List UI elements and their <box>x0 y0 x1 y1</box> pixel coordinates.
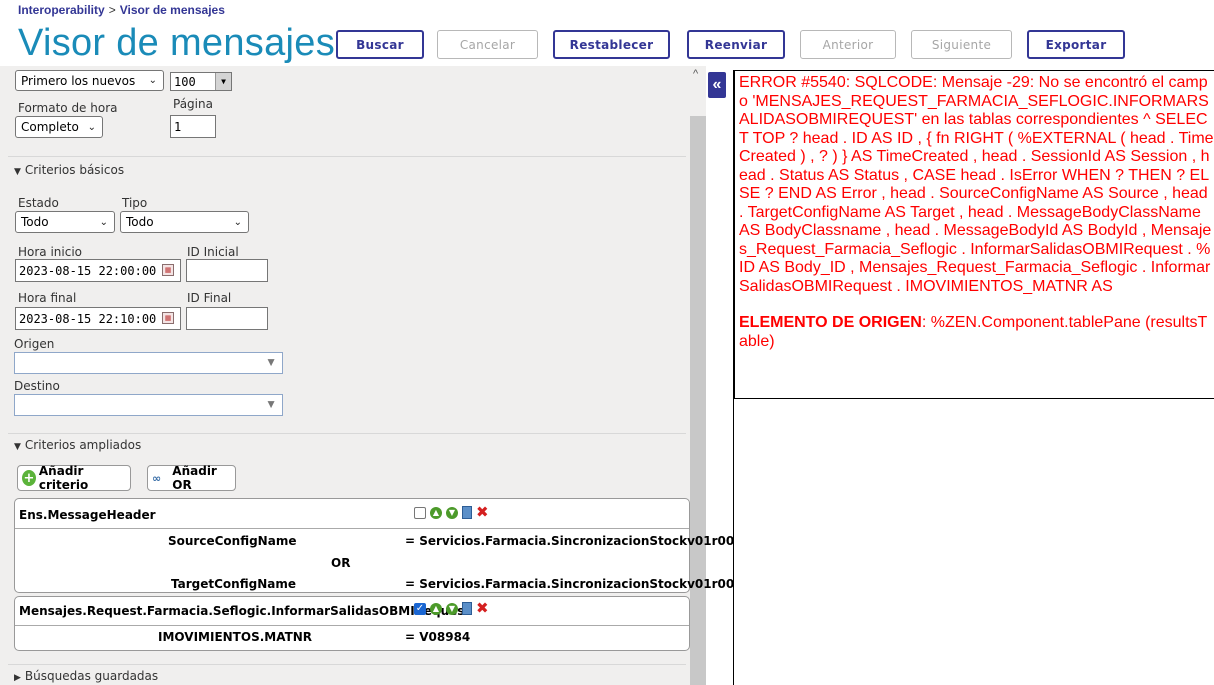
criteria-group-title: Mensajes.Request.Farmacia.Seflogic.Infor… <box>19 604 471 618</box>
error-message-text: ERROR #5540: SQLCODE: Mensaje -29: No se… <box>739 74 1214 295</box>
origen-label: Origen <box>14 337 55 351</box>
sort-order-value: Primero los nuevos <box>21 73 136 88</box>
breadcrumb-current[interactable]: Visor de mensajes <box>120 3 225 17</box>
criteria-group-actions: ▲ ▼ ✖ <box>414 505 489 520</box>
criteria-group-request: Mensajes.Request.Farmacia.Seflogic.Infor… <box>14 596 690 651</box>
delete-icon[interactable]: ✖ <box>476 601 489 616</box>
collapse-panel-button[interactable]: « <box>708 72 726 98</box>
move-down-icon[interactable]: ▼ <box>446 602 458 615</box>
cancelar-button[interactable]: Cancelar <box>437 30 538 59</box>
page-title: Visor de mensajes <box>18 22 336 64</box>
id-inicial-input[interactable] <box>186 259 268 282</box>
basic-criteria-title: Criterios básicos <box>24 163 125 177</box>
saved-searches-header[interactable]: ▶ Búsquedas guardadas <box>14 669 158 683</box>
estado-value: Todo <box>21 215 49 229</box>
delete-icon[interactable]: ✖ <box>476 505 489 520</box>
hora-final-value: 2023-08-15 22:10:00 <box>19 311 157 326</box>
siguiente-button[interactable]: Siguiente <box>911 30 1012 59</box>
triangle-right-icon: ▶ <box>14 673 21 683</box>
hora-inicio-input[interactable]: 2023-08-15 22:00:00 <box>15 259 181 282</box>
hora-final-input[interactable]: 2023-08-15 22:10:00 <box>15 307 181 330</box>
page-size-combo[interactable]: 100 ▼ <box>170 72 232 91</box>
move-up-icon[interactable]: ▲ <box>430 602 442 615</box>
id-inicial-label: ID Inicial <box>187 245 239 259</box>
move-up-icon[interactable]: ▲ <box>430 506 442 519</box>
origin-element-label: ELEMENTO DE ORIGEN <box>739 314 922 331</box>
plus-icon: + <box>22 470 36 486</box>
calendar-icon[interactable]: ▦ <box>162 264 174 276</box>
breadcrumb-root-link[interactable]: Interoperability <box>18 3 105 17</box>
dropdown-arrow-icon[interactable]: ▼ <box>265 355 277 369</box>
scrollbar-thumb[interactable] <box>690 116 706 685</box>
buscar-button[interactable]: Buscar <box>336 30 424 59</box>
origen-combo[interactable]: ▼ <box>14 352 283 374</box>
estado-label: Estado <box>18 196 59 210</box>
divider <box>8 433 686 434</box>
or-link-icon: ∞ <box>152 471 162 485</box>
calendar-icon[interactable]: ▦ <box>162 312 174 324</box>
scroll-up-icon[interactable]: ^ <box>693 68 698 80</box>
breadcrumb: Interoperability > Visor de mensajes <box>18 3 225 17</box>
time-format-select[interactable]: Completo ⌄ <box>15 116 103 138</box>
tipo-select[interactable]: Todo ⌄ <box>120 211 249 233</box>
breadcrumb-separator: > <box>108 3 116 17</box>
divider <box>15 528 689 529</box>
page-size-dropdown-icon[interactable]: ▼ <box>215 73 231 90</box>
chevron-down-icon: ⌄ <box>148 75 157 86</box>
enable-checkbox[interactable]: ✓ <box>414 602 426 615</box>
add-criterion-button[interactable]: + Añadir criterio <box>17 464 131 492</box>
triangle-down-icon: ▼ <box>14 167 21 177</box>
exportar-button[interactable]: Exportar <box>1027 30 1125 59</box>
page-label: Página <box>173 97 213 111</box>
basic-criteria-header[interactable]: ▼ Criterios básicos <box>14 163 124 177</box>
destino-combo[interactable]: ▼ <box>14 394 283 416</box>
hora-final-label: Hora final <box>18 291 77 305</box>
hora-inicio-label: Hora inicio <box>18 245 83 259</box>
triangle-down-icon: ▼ <box>14 442 21 452</box>
time-format-label: Formato de hora <box>18 101 118 115</box>
divider <box>8 156 686 157</box>
hora-inicio-value: 2023-08-15 22:00:00 <box>19 263 157 278</box>
id-final-input[interactable] <box>186 307 268 330</box>
anterior-button[interactable]: Anterior <box>800 30 896 59</box>
criterion-value[interactable]: = V08984 <box>405 630 1079 644</box>
criteria-group-title: Ens.MessageHeader <box>19 508 156 522</box>
estado-select[interactable]: Todo ⌄ <box>15 211 115 233</box>
divider <box>8 664 686 665</box>
reenviar-button[interactable]: Reenviar <box>687 30 785 59</box>
enable-checkbox[interactable] <box>414 506 426 519</box>
page-input[interactable]: 1 <box>170 115 216 138</box>
edit-document-icon[interactable] <box>462 506 472 519</box>
add-or-button[interactable]: ∞ Añadir OR <box>147 464 236 492</box>
extended-criteria-title: Criterios ampliados <box>24 438 142 452</box>
edit-document-icon[interactable] <box>462 602 472 615</box>
criterion-value[interactable]: = Servicios.Farmacia.SincronizacionStock… <box>405 534 1079 548</box>
move-down-icon[interactable]: ▼ <box>446 506 458 519</box>
tipo-label: Tipo <box>122 196 148 210</box>
extended-criteria-header[interactable]: ▼ Criterios ampliados <box>14 438 141 452</box>
saved-searches-title: Búsquedas guardadas <box>24 669 159 683</box>
page-size-value: 100 <box>174 74 196 89</box>
chevron-down-icon: ⌄ <box>233 216 242 228</box>
tipo-value: Todo <box>126 215 154 229</box>
error-message-box: ERROR #5540: SQLCODE: Mensaje -29: No se… <box>734 70 1214 399</box>
id-final-label: ID Final <box>187 291 232 305</box>
sort-order-select[interactable]: Primero los nuevos ⌄ <box>15 70 164 91</box>
time-format-value: Completo <box>21 120 79 134</box>
chevron-down-icon: ⌄ <box>99 216 108 228</box>
criteria-group-message-header: Ens.MessageHeader ▲ ▼ ✖ SourceConfigName… <box>14 498 734 593</box>
criterion-value[interactable]: = Servicios.Farmacia.SincronizacionStock… <box>405 577 1079 591</box>
chevron-down-icon: ⌄ <box>87 121 96 133</box>
or-operator: OR <box>331 556 351 570</box>
add-criterion-label: Añadir criterio <box>38 464 89 492</box>
destino-label: Destino <box>14 379 60 393</box>
add-or-label: Añadir OR <box>172 464 217 492</box>
criteria-group-actions: ✓ ▲ ▼ ✖ <box>414 601 489 616</box>
restablecer-button[interactable]: Restablecer <box>553 30 670 59</box>
divider <box>15 625 689 626</box>
dropdown-arrow-icon[interactable]: ▼ <box>265 397 277 411</box>
